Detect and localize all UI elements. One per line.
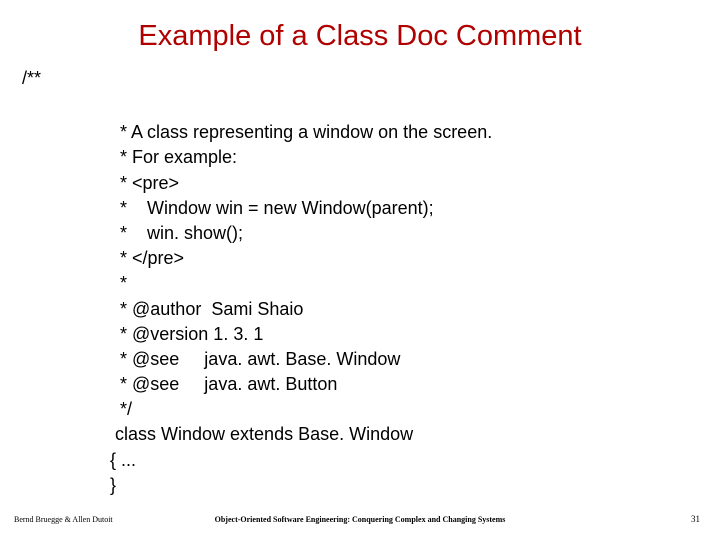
code-line: * — [110, 273, 127, 293]
code-line: class Window extends Base. Window — [110, 424, 413, 444]
code-line: * win. show(); — [110, 223, 243, 243]
comment-opener: /** — [22, 68, 41, 89]
code-line: * <pre> — [110, 173, 179, 193]
code-line: * @author Sami Shaio — [110, 299, 303, 319]
code-line: } — [110, 475, 116, 495]
code-line: { ... — [110, 450, 136, 470]
code-line: * Window win = new Window(parent); — [110, 198, 434, 218]
code-block: * A class representing a window on the s… — [110, 95, 492, 498]
code-line: * A class representing a window on the s… — [110, 122, 492, 142]
code-line: * @see java. awt. Base. Window — [110, 349, 400, 369]
code-line: * </pre> — [110, 248, 184, 268]
footer-book-title: Object-Oriented Software Engineering: Co… — [0, 515, 720, 524]
code-line: * For example: — [110, 147, 237, 167]
page-number: 31 — [691, 514, 700, 524]
code-line: * @version 1. 3. 1 — [110, 324, 263, 344]
slide-title: Example of a Class Doc Comment — [0, 20, 720, 53]
code-line: */ — [110, 399, 132, 419]
code-line: * @see java. awt. Button — [110, 374, 337, 394]
